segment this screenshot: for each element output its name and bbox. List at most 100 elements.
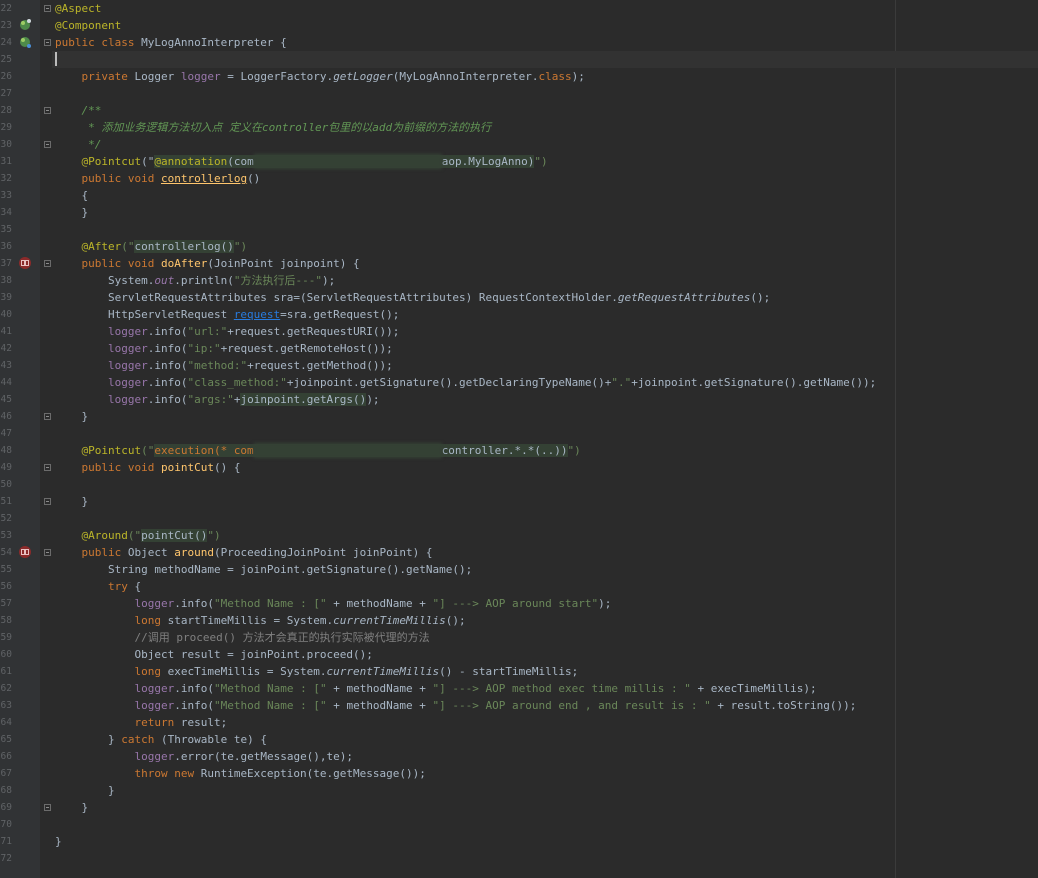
aop-advice-icon[interactable] xyxy=(17,545,33,559)
code-line[interactable]: } catch (Throwable te) { xyxy=(55,731,267,748)
code-line[interactable]: logger.info("Method Name : [" + methodNa… xyxy=(55,595,611,612)
code-text: (" xyxy=(141,155,155,168)
code-line[interactable]: logger.info("Method Name : [" + methodNa… xyxy=(55,697,856,714)
redacted-package xyxy=(253,443,442,458)
code-line[interactable]: } xyxy=(55,204,88,221)
code-line[interactable]: long execTimeMillis = System.currentTime… xyxy=(55,663,578,680)
code-line[interactable]: @Pointcut("execution(* com controller.*.*… xyxy=(55,442,581,459)
code-line[interactable]: String methodName = joinPoint.getSignatu… xyxy=(55,561,472,578)
code-line[interactable]: logger.error(te.getMessage(),te); xyxy=(55,748,353,765)
right-margin-guide xyxy=(895,0,896,878)
line-number: 52 xyxy=(0,513,12,524)
code-text: +request.getMethod()); xyxy=(247,359,393,372)
fold-marker[interactable] xyxy=(44,464,51,471)
code-text: .info( xyxy=(147,359,188,372)
line-number: 27 xyxy=(0,88,12,99)
fold-marker[interactable] xyxy=(44,413,51,420)
static-method: getLogger xyxy=(333,70,393,83)
code-line[interactable]: public Object around(ProceedingJoinPoint… xyxy=(55,544,432,561)
code-line[interactable]: } xyxy=(55,799,88,816)
fold-marker[interactable] xyxy=(44,5,51,12)
field-logger: logger xyxy=(134,682,175,695)
code-text: ); xyxy=(598,597,612,610)
code-line[interactable]: throw new RuntimeException(te.getMessage… xyxy=(55,765,425,782)
bean-icon[interactable] xyxy=(18,18,32,32)
highlighted-expression: joinpoint.getArgs() xyxy=(240,393,367,406)
code-line[interactable]: return result; xyxy=(55,714,227,731)
code-line[interactable]: @Pointcut("@annotation(com aop.MyLogAnno)… xyxy=(55,153,548,170)
fold-marker[interactable] xyxy=(44,549,51,556)
line-number: 68 xyxy=(0,785,12,796)
fold-marker[interactable] xyxy=(44,141,51,148)
line-number: 43 xyxy=(0,360,12,371)
code-text: (Throwable te) { xyxy=(154,733,267,746)
string: "Method Name : [" xyxy=(213,597,327,610)
code-text: ); xyxy=(321,274,336,287)
code-line[interactable]: public void pointCut() { xyxy=(55,459,240,476)
code-line[interactable]: public void controllerlog() xyxy=(55,170,260,187)
code-text: startTimeMillis = System. xyxy=(167,614,334,627)
code-line[interactable]: System.out.println("方法执行后---"); xyxy=(55,272,335,289)
method-name: around xyxy=(174,546,214,559)
code-line[interactable]: public class MyLogAnnoInterpreter { xyxy=(55,34,287,51)
line-number: 71 xyxy=(0,836,12,847)
code-line[interactable]: Object result = joinPoint.proceed(); xyxy=(55,646,372,663)
code-line[interactable]: } xyxy=(55,782,115,799)
code-line[interactable]: private Logger logger = LoggerFactory.ge… xyxy=(55,68,584,85)
aop-advice-icon[interactable] xyxy=(17,256,33,270)
code-line[interactable]: } xyxy=(55,833,62,850)
code-line[interactable]: public void doAfter(JoinPoint joinpoint)… xyxy=(55,255,359,272)
fold-marker[interactable] xyxy=(44,107,51,114)
code-line[interactable]: { xyxy=(55,187,88,204)
code-text: (); xyxy=(750,291,771,304)
code-line[interactable]: try { xyxy=(55,578,141,595)
code-line[interactable]: ServletRequestAttributes sra=(ServletReq… xyxy=(55,289,770,306)
code-line[interactable]: @Component xyxy=(55,17,121,34)
code-line[interactable]: logger.info("url:"+request.getRequestURI… xyxy=(55,323,399,340)
line-number: 25 xyxy=(0,54,12,65)
code-text: controller.*.*(..)) xyxy=(441,444,568,457)
line-number: 34 xyxy=(0,207,12,218)
string: ") xyxy=(567,444,581,457)
code-line[interactable]: } xyxy=(55,493,88,510)
fold-marker[interactable] xyxy=(44,498,51,505)
code-line[interactable]: @Aspect xyxy=(55,0,101,17)
code-line[interactable]: logger.info("Method Name : [" + methodNa… xyxy=(55,680,816,697)
code-line[interactable]: logger.info("args:"+joinpoint.getArgs())… xyxy=(55,391,380,408)
field-logger: logger xyxy=(180,70,221,83)
string: (" xyxy=(127,529,142,542)
variable-link[interactable]: request xyxy=(234,308,280,321)
fold-marker[interactable] xyxy=(44,804,51,811)
field-logger: logger xyxy=(107,376,148,389)
code-text: ServletRequestAttributes sra=(ServletReq… xyxy=(55,291,618,304)
fold-marker[interactable] xyxy=(44,39,51,46)
static-method: getRequestAttributes xyxy=(617,291,751,304)
code-text: () xyxy=(247,172,261,185)
line-number: 42 xyxy=(0,343,12,354)
field-logger: logger xyxy=(134,699,175,712)
line-number: 26 xyxy=(0,71,12,82)
code-line[interactable]: @After("controllerlog()") xyxy=(55,238,247,255)
code-line[interactable]: @Around("pointCut()") xyxy=(55,527,221,544)
annotation: @Pointcut xyxy=(55,444,142,457)
code-line[interactable]: logger.info("class_method:"+joinpoint.ge… xyxy=(55,374,876,391)
fold-gutter[interactable] xyxy=(40,0,52,878)
bean-icon[interactable] xyxy=(18,35,32,49)
field-logger: logger xyxy=(134,597,175,610)
code-editor[interactable]: 22 23 24 25 26 27 28 29 30 31 32 33 34 35 36 37 38 39 40 41… xyxy=(0,0,1038,878)
code-text: +request.getRequestURI()); xyxy=(227,325,400,338)
line-number: 59 xyxy=(0,632,12,643)
code-line[interactable]: logger.info("ip:"+request.getRemoteHost(… xyxy=(55,340,393,357)
line-number: 36 xyxy=(0,241,12,252)
code-line[interactable]: long startTimeMillis = System.currentTim… xyxy=(55,612,465,629)
code-line[interactable]: logger.info("method:"+request.getMethod(… xyxy=(55,357,393,374)
code-line[interactable]: } xyxy=(55,408,88,425)
code-text: System. xyxy=(55,274,155,287)
fold-marker[interactable] xyxy=(44,260,51,267)
code-text: (MyLogAnnoInterpreter. xyxy=(392,70,539,83)
code-line[interactable]: HttpServletRequest request=sra.getReques… xyxy=(55,306,399,323)
field-logger: logger xyxy=(107,325,148,338)
